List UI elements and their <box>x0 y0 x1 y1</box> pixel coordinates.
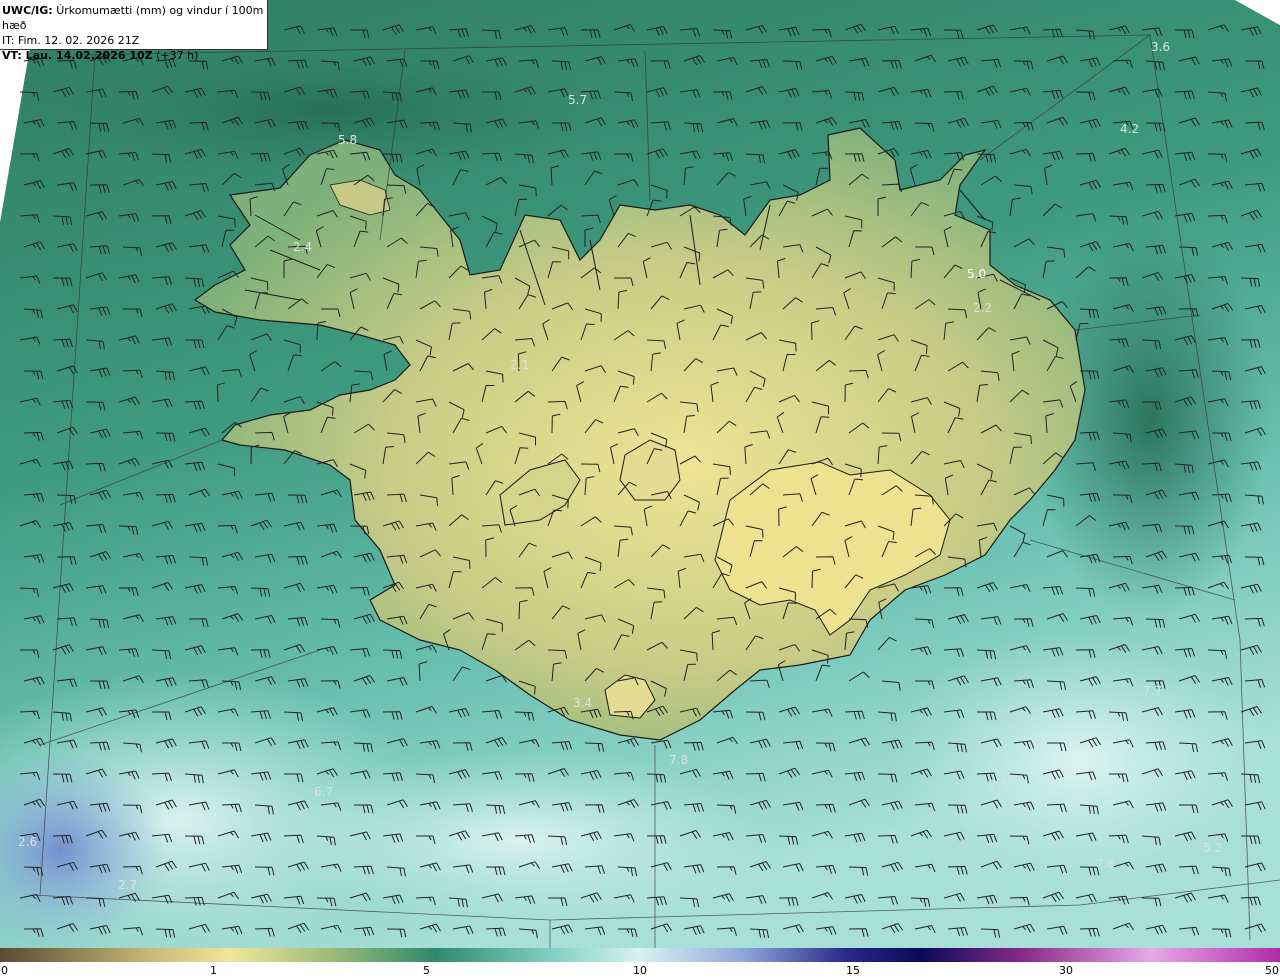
value-label: 7.8 <box>669 753 688 767</box>
value-label: 7.7 <box>1143 684 1162 698</box>
value-label: 6.7 <box>314 785 333 799</box>
colorbar-tick: 30 <box>1059 964 1073 977</box>
title-line: UWC/IG: Úrkomumætti (mm) og vindur í 100… <box>2 3 267 33</box>
initial-time: IT: Fim. 12. 02. 2026 21Z <box>2 34 140 47</box>
colorbar-tick: 0 <box>1 964 8 977</box>
valid-offset: (+37 h) <box>156 49 199 62</box>
colorbar-tick: 10 <box>633 964 647 977</box>
value-label: 5.8 <box>338 133 357 147</box>
value-label: 2.6 <box>18 835 37 849</box>
colorbar-ramp <box>0 948 1280 962</box>
value-label: 7.5 <box>989 778 1008 792</box>
map-header: UWC/IG: Úrkomumætti (mm) og vindur í 100… <box>0 0 268 62</box>
colorbar-tick: 15 <box>846 964 860 977</box>
valid-time-line: VT: Lau. 14.02.2026 10Z (+37 h) <box>2 48 267 63</box>
colorbar-tick: 1 <box>210 964 217 977</box>
value-label: 2.1 <box>510 358 529 372</box>
colorbar-tick: 50 <box>1265 964 1279 977</box>
colorbar: 0 1 5 10 15 30 50 <box>0 948 1280 977</box>
value-label: 3.4 <box>573 696 592 710</box>
weather-map: 3.6 5.7 4.2 5.8 2.4 5.0 2.2 2.1 3.4 7.8 … <box>0 0 1280 948</box>
value-label: 2.7 <box>118 878 137 892</box>
value-label: 5.0 <box>967 267 986 281</box>
value-label: 2.4 <box>293 240 312 254</box>
value-label: 5.7 <box>568 93 587 107</box>
valid-time: VT: Lau. 14.02.2026 10Z <box>2 49 153 62</box>
value-label: 5.2 <box>1203 841 1222 855</box>
colorbar-tick: 5 <box>423 964 430 977</box>
model-label: UWC/IG: <box>2 4 53 17</box>
value-label: 4.2 <box>1120 122 1139 136</box>
value-label: 2.2 <box>973 301 992 315</box>
value-label: 7.6 <box>1096 857 1115 871</box>
value-label: 3.6 <box>1151 40 1170 54</box>
